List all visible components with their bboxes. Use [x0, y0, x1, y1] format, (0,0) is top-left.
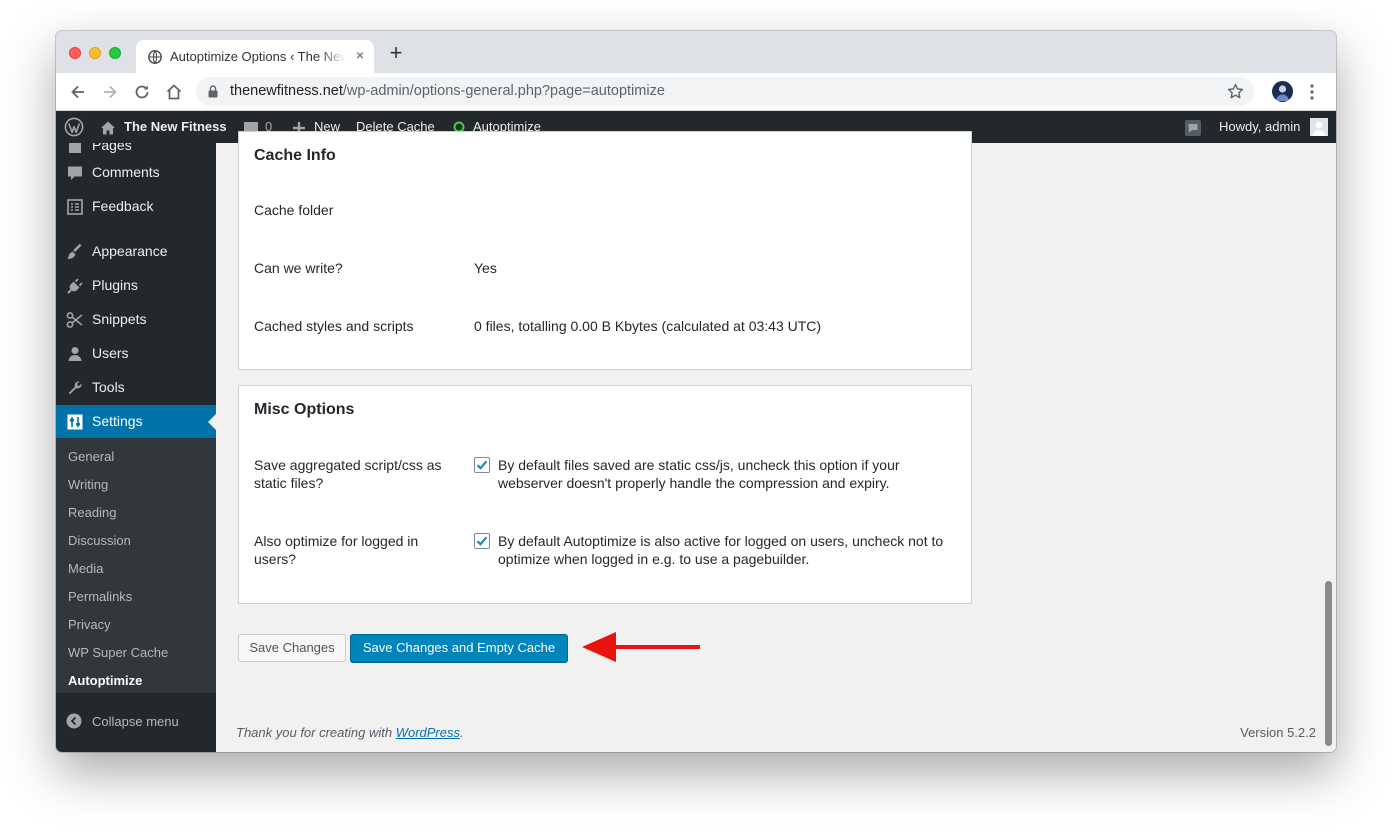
sidebar-item-tools[interactable]: Tools	[56, 371, 216, 405]
sidebar-item-label: Pages	[92, 143, 132, 153]
comment-icon	[68, 166, 82, 180]
settings-submenu: General Writing Reading Discussion Media…	[56, 438, 216, 693]
sidebar-item-appearance[interactable]: Appearance	[56, 235, 216, 269]
submenu-item-discussion[interactable]: Discussion	[68, 533, 131, 548]
lock-icon	[208, 85, 218, 98]
main-content: Cache Info Cache folder Can we write? Ye…	[216, 131, 1336, 752]
page-scrollbar[interactable]	[1325, 581, 1332, 746]
sidebar-item-label: Feedback	[92, 198, 154, 214]
submenu-item-privacy[interactable]: Privacy	[68, 617, 111, 632]
misc-options-title: Misc Options	[254, 401, 355, 418]
cached-files-value: 0 files, totalling 0.00 B Kbytes (calcul…	[474, 318, 822, 334]
save-changes-button[interactable]: Save Changes	[238, 634, 346, 662]
logged-in-description: By default Autoptimize is also active fo…	[498, 533, 944, 567]
pages-icon	[69, 143, 81, 153]
sidebar-item-label: Users	[92, 345, 129, 361]
url-domain: thenewfitness.net	[230, 83, 343, 99]
sidebar-item-comments[interactable]: Comments	[56, 156, 216, 190]
browser-tab[interactable]: Autoptimize Options ‹ The New Fitness ×	[136, 40, 374, 73]
globe-icon	[148, 50, 162, 64]
browser-window: Autoptimize Options ‹ The New Fitness × …	[56, 31, 1336, 752]
footer-thanks: Thank you for creating with WordPress.	[236, 725, 464, 740]
admin-sidebar: Pages Comments Feedback Appearance Plugi…	[56, 143, 216, 752]
url-text: thenewfitness.net/wp-admin/options-gener…	[230, 83, 665, 99]
tab-strip: Autoptimize Options ‹ The New Fitness × …	[56, 31, 1336, 73]
misc-options-box: Misc Options Save aggregated script/css …	[238, 385, 972, 604]
forward-arrow-icon[interactable]	[100, 82, 120, 102]
static-files-checkbox[interactable]	[474, 457, 490, 473]
cache-folder-label: Cache folder	[254, 202, 334, 218]
site-name-link[interactable]: The New Fitness	[124, 111, 227, 143]
user-avatar-icon[interactable]	[1310, 118, 1328, 136]
new-tab-button[interactable]: +	[386, 42, 406, 64]
cached-files-label: Cached styles and scripts	[254, 318, 414, 334]
submenu-item-permalinks[interactable]: Permalinks	[68, 589, 132, 604]
collapse-menu-label: Collapse menu	[92, 714, 179, 729]
settings-icon	[67, 414, 83, 430]
submenu-item-writing[interactable]: Writing	[68, 477, 108, 492]
home-icon	[101, 121, 115, 135]
cache-info-box: Cache Info Cache folder Can we write? Ye…	[238, 131, 972, 370]
brush-icon	[67, 243, 82, 259]
submenu-item-general[interactable]: General	[68, 449, 114, 464]
static-files-description: By default files saved are static css/js…	[498, 457, 900, 491]
back-arrow-icon[interactable]	[68, 82, 88, 102]
profile-avatar-image	[1275, 85, 1290, 101]
submenu-item-wp-super-cache[interactable]: WP Super Cache	[68, 645, 168, 660]
logged-in-checkbox[interactable]	[474, 533, 490, 549]
sidebar-item-label: Comments	[92, 164, 160, 180]
sidebar-item-settings[interactable]: Settings	[56, 405, 216, 439]
wrench-icon	[68, 381, 82, 395]
static-files-label: Save aggregated script/css as static fil…	[254, 457, 442, 491]
footer-thanks-suffix: .	[460, 725, 464, 740]
sidebar-item-feedback[interactable]: Feedback	[56, 190, 216, 224]
submenu-item-autoptimize[interactable]: Autoptimize	[68, 673, 142, 688]
profile-avatar[interactable]	[1272, 81, 1293, 102]
minimize-window-button[interactable]	[89, 47, 101, 59]
submenu-item-media[interactable]: Media	[68, 561, 103, 576]
user-icon	[68, 347, 82, 361]
sidebar-item-label: Plugins	[92, 277, 138, 293]
tab-close-icon[interactable]: ×	[352, 47, 368, 63]
url-path: /wp-admin/options-general.php?page=autop…	[342, 83, 665, 99]
sidebar-item-plugins[interactable]: Plugins	[56, 269, 216, 303]
annotation-arrow-icon	[582, 632, 700, 662]
submenu-item-reading[interactable]: Reading	[68, 505, 116, 520]
notification-icon[interactable]	[1184, 119, 1202, 137]
scissors-icon	[66, 312, 83, 328]
can-write-value: Yes	[474, 260, 497, 276]
sidebar-item-label: Tools	[92, 379, 125, 395]
sidebar-item-label: Snippets	[92, 311, 147, 327]
active-menu-indicator	[208, 414, 216, 430]
collapse-arrow-icon	[66, 713, 82, 729]
address-bar[interactable]: thenewfitness.net/wp-admin/options-gener…	[196, 77, 1254, 106]
cache-info-title: Cache Info	[254, 147, 336, 164]
plug-icon	[67, 278, 83, 294]
home-icon[interactable]	[164, 82, 184, 102]
collapse-menu-button[interactable]: Collapse menu	[56, 710, 216, 734]
save-empty-cache-button[interactable]: Save Changes and Empty Cache	[350, 634, 568, 662]
checkmark-icon	[476, 536, 488, 546]
feedback-icon	[67, 199, 83, 215]
more-options-icon[interactable]	[1308, 82, 1316, 102]
wordpress-link[interactable]: WordPress	[396, 725, 460, 740]
bookmark-star-icon[interactable]	[1227, 83, 1244, 100]
sidebar-item-users[interactable]: Users	[56, 337, 216, 371]
version-text: Version 5.2.2	[1240, 725, 1316, 740]
sidebar-item-label: Appearance	[92, 243, 168, 259]
wordpress-logo-icon[interactable]	[64, 117, 84, 137]
checkmark-icon	[476, 460, 488, 470]
maximize-window-button[interactable]	[109, 47, 121, 59]
close-window-button[interactable]	[69, 47, 81, 59]
logged-in-label: Also optimize for logged in users?	[254, 533, 419, 567]
sidebar-item-label: Settings	[92, 413, 143, 429]
can-write-label: Can we write?	[254, 260, 343, 276]
howdy-account[interactable]: Howdy, admin	[1219, 111, 1300, 143]
footer-thanks-prefix: Thank you for creating with	[236, 725, 396, 740]
reload-icon[interactable]	[132, 82, 152, 102]
tab-title: Autoptimize Options ‹ The New Fitness	[170, 49, 346, 64]
sidebar-item-snippets[interactable]: Snippets	[56, 303, 216, 337]
browser-toolbar: thenewfitness.net/wp-admin/options-gener…	[56, 73, 1336, 111]
